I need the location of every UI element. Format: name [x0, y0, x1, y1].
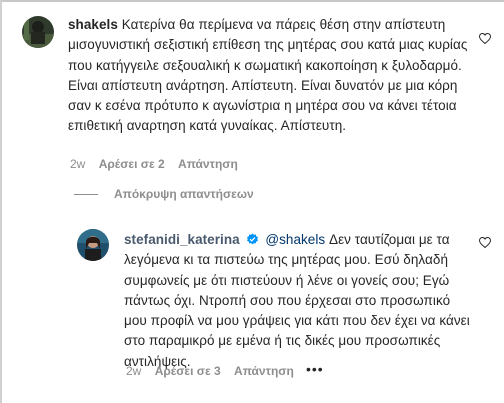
reply-body: stefanidi_katerina @shakels Δεν ταυτίζομ… [124, 230, 476, 372]
comment-time[interactable]: 2w [70, 157, 85, 171]
reply-time[interactable]: 2w [126, 364, 141, 378]
comment-text: Κατερίνα θα περίμενα να πάρεις θέση στην… [68, 17, 468, 134]
mention-link[interactable]: @shakels [265, 232, 325, 247]
comment-meta: 2w Αρέσει σε 2 Απάντηση [70, 157, 248, 171]
verified-badge-icon [246, 233, 258, 245]
avatar[interactable] [22, 16, 54, 48]
hide-replies-label: Απόκρυψη απαντήσεων [114, 187, 254, 201]
reply-text: Δεν ταυτίζομαι με τα λεγόμενα κι τα πιστ… [124, 232, 470, 369]
divider-line [74, 193, 98, 195]
comment-body: shakels Κατερίνα θα περίμενα να πάρεις θ… [68, 15, 480, 137]
reply-button[interactable]: Απάντηση [178, 157, 238, 171]
reply-username[interactable]: stefanidi_katerina [124, 232, 240, 247]
reply-meta: 2w Αρέσει σε 3 Απάντηση [126, 364, 304, 378]
more-options-icon[interactable]: ••• [306, 361, 324, 377]
hide-replies-button[interactable]: Απόκρυψη απαντήσεων [74, 187, 254, 201]
window-left-border [0, 0, 2, 403]
window-top-border [0, 0, 504, 2]
comment-username[interactable]: shakels [68, 17, 118, 32]
like-heart-icon[interactable] [479, 33, 491, 44]
avatar[interactable] [77, 229, 109, 261]
reply-likes[interactable]: Αρέσει σε 3 [155, 364, 221, 378]
like-heart-icon[interactable] [479, 237, 491, 248]
reply-button[interactable]: Απάντηση [234, 364, 294, 378]
comment-likes[interactable]: Αρέσει σε 2 [99, 157, 165, 171]
